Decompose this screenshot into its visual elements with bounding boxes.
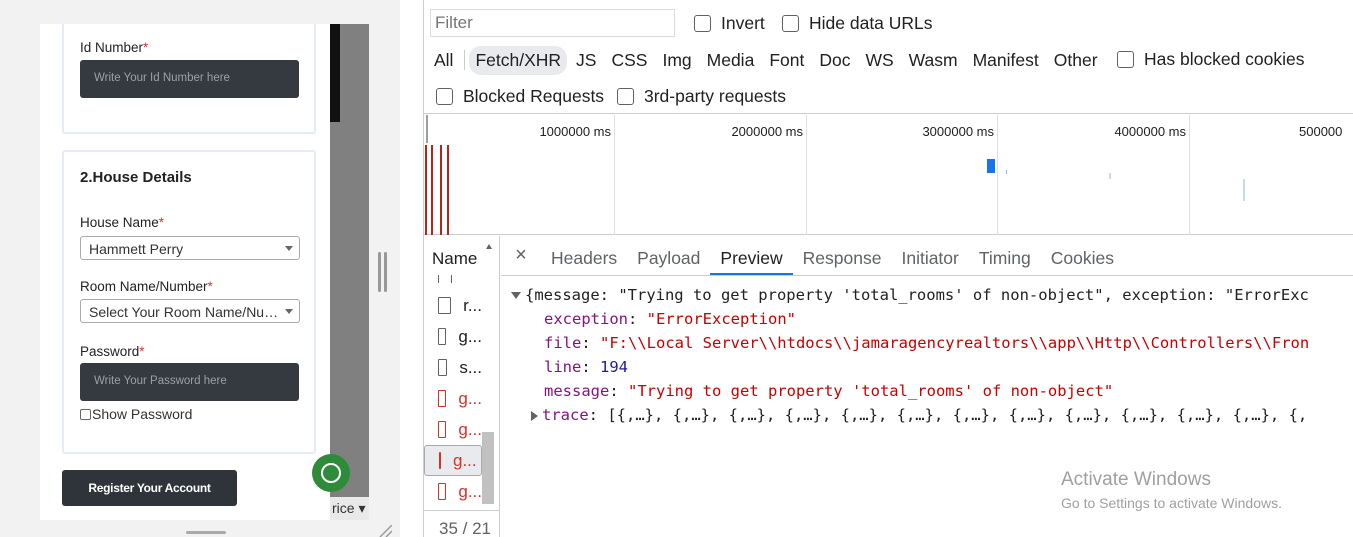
timeline-tick: 3000000 ms <box>922 124 994 139</box>
timeline-tick: 2000000 ms <box>731 124 803 139</box>
emulated-page: Id Number* Write Your Id Number here 2.H… <box>40 24 369 520</box>
document-icon <box>439 452 441 469</box>
house-name-select[interactable]: Hammett Perry <box>80 236 300 260</box>
password-label: Password* <box>80 344 145 359</box>
password-input[interactable]: Write Your Password here <box>80 363 299 401</box>
house-details-section: 2.House Details House Name* Hammett Perr… <box>62 150 316 454</box>
third-party-requests-checkbox[interactable]: 3rd-party requests <box>617 86 786 107</box>
activate-windows-watermark: Activate Windows Go to Settings to activ… <box>1061 469 1282 511</box>
filter-input[interactable] <box>430 9 675 37</box>
type-filter-font[interactable]: Font <box>763 46 810 75</box>
tab-cookies[interactable]: Cookies <box>1041 236 1124 275</box>
document-icon <box>438 483 447 500</box>
type-filter-ws[interactable]: WS <box>859 46 899 75</box>
show-password-checkbox[interactable] <box>80 408 91 420</box>
expand-triangle-icon[interactable] <box>531 410 538 421</box>
blocked-requests-checkbox[interactable]: Blocked Requests <box>436 86 604 107</box>
id-card-section: Id Number* Write Your Id Number here <box>62 24 316 134</box>
has-blocked-cookies-checkbox[interactable]: Has blocked cookies <box>1117 49 1305 70</box>
document-icon <box>438 359 448 376</box>
document-icon <box>438 421 447 438</box>
request-row[interactable]: s... <box>424 352 482 383</box>
tab-timing[interactable]: Timing <box>969 236 1041 275</box>
network-overview-timeline[interactable]: 1000000 ms 2000000 ms 3000000 ms 4000000… <box>424 115 1353 235</box>
house-details-title: 2.House Details <box>80 169 192 186</box>
whatsapp-icon <box>321 463 341 483</box>
type-filter-manifest[interactable]: Manifest <box>967 46 1045 75</box>
timeline-tick: 4000000 ms <box>1114 124 1186 139</box>
request-list: Name r... g... s... g... g... g... g... … <box>424 236 500 537</box>
json-property-file: file: "F:\\Local Server\\htdocs\\jamarag… <box>544 334 1310 352</box>
json-property-trace[interactable]: trace: [{,…}, {,…}, {,…}, {,…}, {,…}, {,… <box>531 406 1307 424</box>
chevron-down-icon <box>285 309 293 314</box>
type-filter-media[interactable]: Media <box>701 46 761 75</box>
sort-ascending-icon <box>486 244 492 249</box>
type-filter-css[interactable]: CSS <box>605 46 653 75</box>
invert-checkbox[interactable]: Invert <box>694 13 765 34</box>
request-row[interactable]: r... <box>424 290 482 321</box>
request-list-scrollbar[interactable] <box>482 432 494 504</box>
house-name-label: House Name* <box>80 215 165 230</box>
type-filter-fetch-xhr[interactable]: Fetch/XHR <box>469 45 568 75</box>
price-select[interactable]: rice ▾ <box>330 497 369 520</box>
json-property-exception: exception: "ErrorException" <box>544 310 796 328</box>
type-filter-wasm[interactable]: Wasm <box>903 46 964 75</box>
device-emulation-area: Id Number* Write Your Id Number here 2.H… <box>0 0 400 537</box>
network-filter-bar: Invert Hide data URLs All Fetch/XHR JS C… <box>424 0 1353 114</box>
resource-type-filters: All Fetch/XHR JS CSS Img Media Font Doc … <box>424 44 1107 76</box>
pane-resize-handle[interactable] <box>378 252 388 292</box>
type-filter-doc[interactable]: Doc <box>813 46 856 75</box>
tab-payload[interactable]: Payload <box>627 236 710 275</box>
type-filter-img[interactable]: Img <box>656 46 697 75</box>
show-password-row[interactable]: Show Password <box>80 406 192 422</box>
request-row[interactable]: g... <box>424 321 482 352</box>
room-select[interactable]: Select Your Room Name/Number <box>80 299 300 323</box>
json-property-message: message: "Trying to get property 'total_… <box>544 382 1114 400</box>
json-root-summary[interactable]: {message: "Trying to get property 'total… <box>511 286 1309 304</box>
document-icon <box>438 390 447 407</box>
name-column-header[interactable]: Name <box>424 236 499 276</box>
hide-data-urls-checkbox[interactable]: Hide data URLs <box>782 13 933 34</box>
tab-initiator[interactable]: Initiator <box>891 236 968 275</box>
json-property-line: line: 194 <box>544 358 628 376</box>
registration-form: Id Number* Write Your Id Number here 2.H… <box>40 24 330 520</box>
whatsapp-chat-button[interactable] <box>312 454 350 492</box>
device-bottom-resize-handle[interactable] <box>186 531 226 534</box>
register-button[interactable]: Register Your Account <box>62 470 237 506</box>
type-filter-other[interactable]: Other <box>1048 46 1104 75</box>
devtools-network-panel: Invert Hide data URLs All Fetch/XHR JS C… <box>423 0 1353 537</box>
close-icon[interactable]: × <box>501 236 541 275</box>
request-row-selected[interactable]: g... <box>424 445 482 476</box>
collapse-triangle-icon[interactable] <box>511 292 521 299</box>
request-row-error[interactable]: g... <box>424 476 482 507</box>
chevron-down-icon <box>285 246 293 251</box>
room-label: Room Name/Number* <box>80 279 213 294</box>
request-row-error[interactable]: g... <box>424 383 482 414</box>
document-icon <box>438 328 447 345</box>
type-filter-js[interactable]: JS <box>570 46 602 75</box>
timeline-request-bar <box>987 159 995 173</box>
timeline-tick: 1000000 ms <box>539 124 611 139</box>
resize-corner-icon[interactable] <box>378 525 392 537</box>
tab-headers[interactable]: Headers <box>541 236 627 275</box>
tab-preview[interactable]: Preview <box>710 236 793 275</box>
request-count-status: 35 / 21 <box>424 510 499 537</box>
document-icon <box>438 297 452 314</box>
page-dark-strip-right <box>330 24 340 122</box>
detail-tabs: × Headers Payload Preview Response Initi… <box>501 236 1353 276</box>
request-row-error[interactable]: g... <box>424 414 482 445</box>
tab-response[interactable]: Response <box>793 236 892 275</box>
id-number-label: Id Number* <box>80 40 149 55</box>
type-filter-all[interactable]: All <box>428 46 459 75</box>
timeline-tick: 500000 <box>1299 124 1343 139</box>
id-number-input[interactable]: Write Your Id Number here <box>80 60 299 98</box>
